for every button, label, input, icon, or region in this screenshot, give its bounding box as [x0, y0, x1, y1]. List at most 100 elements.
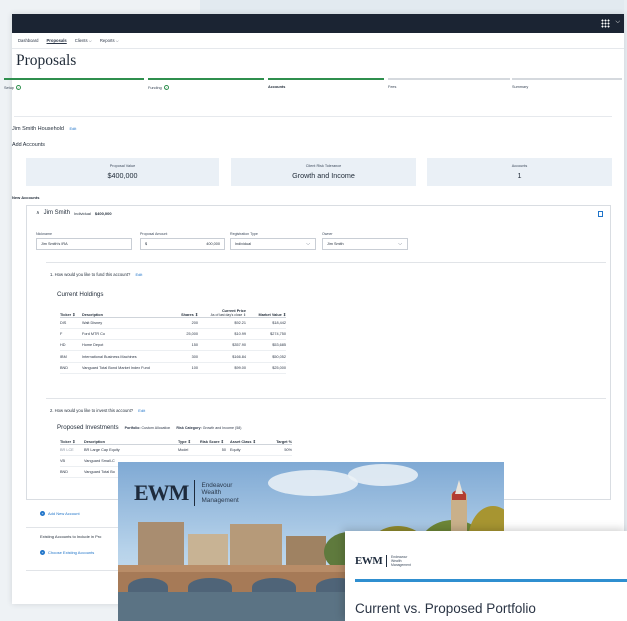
- step-bar: [4, 78, 144, 80]
- cell-ticker: F: [60, 328, 82, 341]
- main-nav: Dashboard Proposals Clients ⌵ Reports ⌵: [12, 33, 624, 49]
- progress-steps: Setup ✓ Funding ✓ Accounts Fees Summary: [4, 78, 622, 92]
- nickname-value: Jim Smith's IRA: [41, 242, 68, 246]
- section-divider: [26, 570, 118, 571]
- cell-description: BR Large Cap Equity: [84, 444, 178, 456]
- spire: [455, 480, 463, 494]
- choose-existing-label: Choose Existing Accounts: [48, 550, 95, 555]
- col-ticker[interactable]: Ticker ⇕: [60, 308, 82, 318]
- proposal-amount-label: Proposal Amount: [140, 232, 168, 236]
- section-divider: [46, 262, 606, 263]
- report-title: Current vs. Proposed Portfolio: [355, 601, 536, 616]
- fund-question: 1. How would you like to fund this accou…: [50, 272, 142, 277]
- logo-wordmark: Endeavour Wealth Management: [201, 481, 239, 504]
- cell-ticker: BND: [60, 362, 82, 374]
- current-price-label: Current Price: [221, 308, 246, 313]
- section-divider: [46, 398, 606, 399]
- cell-shares: 100: [170, 362, 198, 374]
- cell-shares: 25,000: [170, 328, 198, 341]
- table-row: BR LCE BR Large Cap Equity Model 50 Equi…: [60, 444, 292, 456]
- step-setup[interactable]: Setup ✓: [4, 78, 144, 92]
- cell-description: Home Depot: [82, 339, 170, 352]
- nav-clients[interactable]: Clients ⌵: [75, 38, 92, 43]
- invest-edit-link[interactable]: Edit: [138, 408, 145, 413]
- step-funding[interactable]: Funding ✓: [148, 78, 264, 92]
- household-edit-link[interactable]: Edit: [70, 126, 77, 131]
- cell-target: 50%: [266, 444, 292, 456]
- table-row: F Ford MTR Co 25,000 $10.99 $274,750: [60, 328, 286, 341]
- col-current-price[interactable]: Current Price As of last day's close ⇕: [198, 308, 246, 318]
- fund-edit-link[interactable]: Edit: [135, 272, 142, 277]
- account-name: Jim Smith: [43, 210, 71, 216]
- cell-ticker: BND: [60, 466, 84, 479]
- step-accounts[interactable]: Accounts: [268, 78, 384, 92]
- nav-dashboard[interactable]: Dashboard: [18, 38, 39, 43]
- check-circle-icon: ✓: [163, 85, 169, 90]
- cell-ticker: BR LCE: [60, 444, 84, 456]
- holdings-table: Ticker ⇕ Description Shares ⇕ Current Pr…: [60, 308, 286, 374]
- proposal-amount-field[interactable]: $ 400,000: [140, 238, 225, 250]
- plus-icon: +: [40, 550, 45, 555]
- choose-existing-accounts-link[interactable]: + Choose Existing Accounts: [40, 550, 94, 555]
- report-cover: EWM Endeavour Wealth Management Current vs…: [345, 531, 627, 621]
- app-grid-icon[interactable]: [601, 19, 610, 28]
- risk-meta: Risk Category: Growth and Income (58): [176, 426, 242, 430]
- registration-type-select[interactable]: Individual ⌵: [230, 238, 316, 250]
- chevron-down-icon: ⌵: [398, 241, 402, 247]
- step-summary[interactable]: Summary: [512, 78, 622, 92]
- nav-proposals[interactable]: Proposals: [47, 38, 67, 43]
- cell-ticker: DIS: [60, 317, 82, 329]
- cell-ticker: HD: [60, 339, 82, 352]
- step-label: Summary: [512, 85, 529, 89]
- stat-label: Proposal Value: [109, 164, 136, 168]
- col-shares[interactable]: Shares ⇕: [170, 308, 198, 318]
- cell-description: Ford MTR Co: [82, 328, 170, 341]
- plus-icon: +: [40, 511, 45, 516]
- cell-shares: 200: [170, 317, 198, 329]
- col-risk-score[interactable]: Risk Score ⇕: [200, 435, 230, 445]
- add-new-account-link[interactable]: + Add New Account: [40, 511, 80, 516]
- fund-question-text: 1. How would you like to fund this accou…: [50, 272, 131, 277]
- nickname-field[interactable]: Jim Smith's IRA: [36, 238, 132, 250]
- stat-risk-tolerance: Client Risk Tolerance Growth and Income: [231, 158, 416, 186]
- col-ticker[interactable]: Ticker ⇕: [60, 435, 84, 445]
- current-price-sub: As of last day's close ⇕: [210, 312, 246, 317]
- chevron-down-icon[interactable]: ⌵: [615, 19, 620, 26]
- step-label: Fees: [388, 85, 397, 89]
- cell-risk-score: 50: [200, 444, 230, 456]
- step-fees[interactable]: Fees: [388, 78, 510, 92]
- table-header-row: Ticker ⇕ Description Type ⇕ Risk Score ⇕…: [60, 435, 292, 445]
- table-row: BND Vanguard Total Bond Market Index Fun…: [60, 362, 286, 374]
- cell-shares: 300: [170, 350, 198, 363]
- current-holdings-title: Current Holdings: [57, 291, 104, 298]
- add-accounts-heading: Add Accounts: [12, 142, 45, 148]
- step-bar: [388, 78, 510, 80]
- cell-price: $99.00: [198, 362, 246, 374]
- col-type[interactable]: Type ⇕: [178, 435, 200, 445]
- cell-description: International Business Machines: [82, 350, 170, 363]
- stat-value: 1: [517, 171, 522, 180]
- cell-market-value: $53,685: [246, 339, 286, 352]
- cell-shares: 150: [170, 339, 198, 352]
- owner-label: Owner: [322, 232, 333, 236]
- owner-value: Jim Smith: [327, 242, 344, 246]
- logo-wordmark: Endeavour Wealth Management: [391, 555, 411, 567]
- cell-market-value: $25,000: [246, 362, 286, 374]
- table-row: HD Home Depot 150 $357.90 $53,685: [60, 339, 286, 352]
- nav-reports[interactable]: Reports ⌵: [100, 38, 119, 43]
- trash-icon[interactable]: [598, 211, 603, 217]
- brochure-logo: EWM Endeavour Wealth Management: [134, 480, 239, 506]
- check-circle-icon: ✓: [15, 85, 21, 90]
- owner-select[interactable]: Jim Smith ⌵: [322, 238, 408, 250]
- add-new-account-label: Add New Account: [48, 511, 80, 516]
- cell-price: $357.90: [198, 339, 246, 352]
- col-market-value[interactable]: Market Value ⇕: [246, 308, 286, 318]
- chevron-up-icon[interactable]: ∧: [36, 210, 40, 216]
- report-logo: EWM Endeavour Wealth Management: [355, 555, 411, 567]
- account-header[interactable]: ∧ Jim Smith Individual $400,000: [36, 210, 112, 216]
- col-asset-class[interactable]: Asset Class ⇕: [230, 435, 266, 445]
- currency-prefix: $: [145, 242, 148, 246]
- existing-accounts-heading: Existing Accounts to Include in Pro: [40, 534, 102, 539]
- stat-value: $400,000: [107, 171, 138, 180]
- accent-rule: [355, 579, 627, 582]
